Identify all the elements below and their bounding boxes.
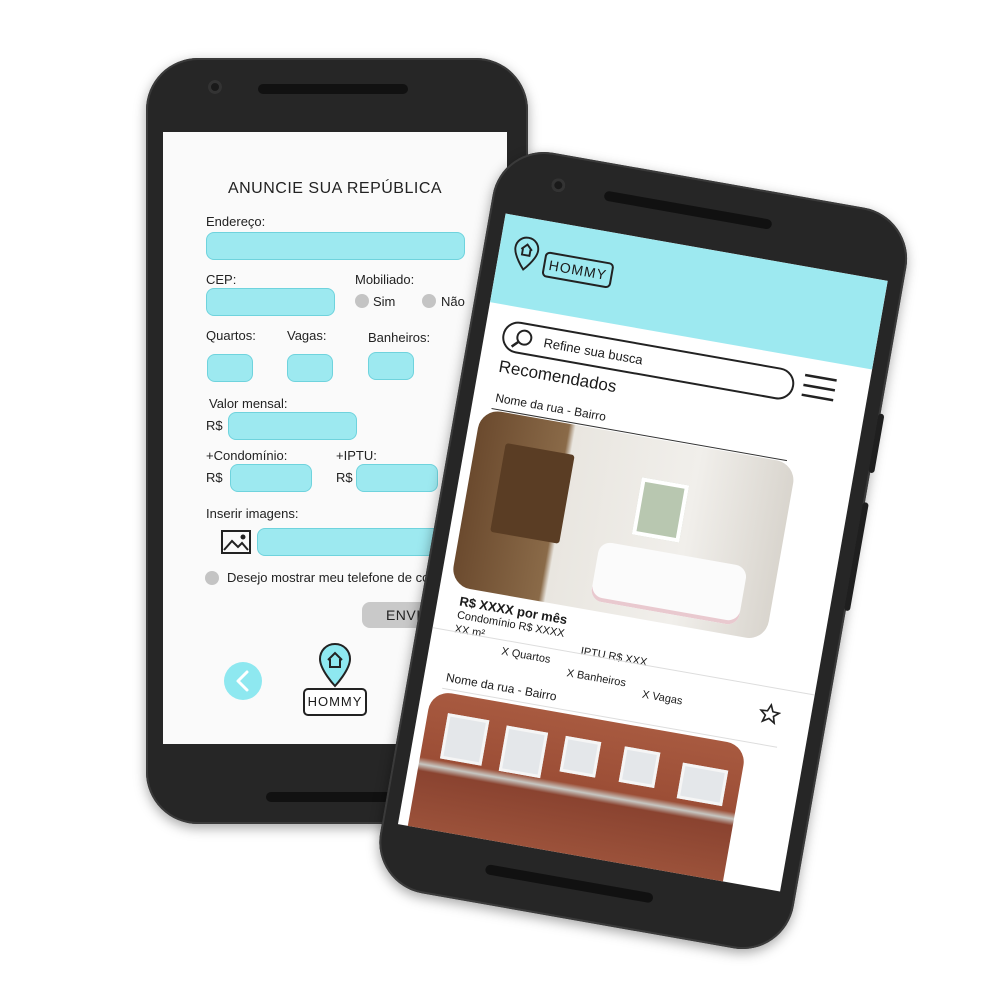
furnished-label: Mobiliado: xyxy=(355,272,415,287)
home-pin-icon xyxy=(514,236,540,271)
listing-photo[interactable] xyxy=(402,689,747,892)
monthly-input[interactable] xyxy=(228,412,357,440)
address-label: Endereço: xyxy=(206,214,266,229)
show-phone-radio[interactable] xyxy=(205,571,219,585)
speaker xyxy=(258,84,408,94)
photo-window xyxy=(618,746,661,789)
bathrooms-label: Banheiros: xyxy=(368,330,431,345)
home-pin-icon xyxy=(318,642,352,688)
speaker-bottom xyxy=(484,864,654,904)
furnished-no-radio[interactable] xyxy=(422,294,436,308)
menu-icon[interactable] xyxy=(800,372,838,404)
cep-label: CEP: xyxy=(206,272,237,287)
currency-label: R$ xyxy=(206,418,223,433)
chevron-left-icon xyxy=(236,670,249,692)
photo-furniture xyxy=(490,443,575,544)
star-icon[interactable] xyxy=(757,701,782,726)
cep-input[interactable] xyxy=(206,288,335,316)
rooms-input[interactable] xyxy=(207,354,253,382)
spots-input[interactable] xyxy=(287,354,333,382)
iptu-label: +IPTU: xyxy=(336,448,377,463)
search-icon xyxy=(510,329,533,348)
bathrooms-input[interactable] xyxy=(368,352,414,380)
speaker xyxy=(603,190,773,230)
page-title: ANUNCIE SUA REPÚBLICA xyxy=(227,180,443,197)
photo-window xyxy=(631,477,690,543)
brand-logo: HOMMY xyxy=(303,688,367,716)
listing-bathrooms: X Banheiros xyxy=(565,667,627,690)
brand-logo: HOMMY xyxy=(541,251,615,289)
listing-spots: X Vagas xyxy=(641,688,684,708)
camera-icon xyxy=(208,80,222,94)
photo-window xyxy=(559,735,602,778)
photo-window xyxy=(676,762,729,807)
photo-bed xyxy=(589,540,748,627)
listing-iptu: IPTU R$ XXX xyxy=(579,645,649,669)
spots-label: Vagas: xyxy=(287,328,327,343)
address-input[interactable] xyxy=(206,232,465,260)
images-label: Inserir imagens: xyxy=(206,506,299,521)
photo-window xyxy=(440,713,490,766)
furnished-yes-radio[interactable] xyxy=(355,294,369,308)
camera-icon xyxy=(550,177,567,194)
furnished-no-label: Não xyxy=(441,294,465,309)
volume-button xyxy=(868,413,885,474)
listing-rooms: X Quartos xyxy=(500,645,552,666)
back-button[interactable] xyxy=(224,662,262,700)
condo-label: +Condomínio: xyxy=(206,448,288,463)
search-placeholder: Refine sua busca xyxy=(542,335,645,368)
iptu-input[interactable] xyxy=(356,464,438,492)
condo-input[interactable] xyxy=(230,464,312,492)
photo-window xyxy=(498,725,549,779)
power-button xyxy=(843,501,869,612)
currency-label: R$ xyxy=(206,470,223,485)
monthly-label: Valor mensal: xyxy=(209,396,288,411)
image-icon[interactable] xyxy=(221,530,251,554)
listing-screen: HOMMY Refine sua busca Recomendados Nome… xyxy=(397,213,888,892)
rooms-label: Quartos: xyxy=(206,328,256,343)
currency-label: R$ xyxy=(336,470,353,485)
furnished-yes-label: Sim xyxy=(373,294,396,309)
